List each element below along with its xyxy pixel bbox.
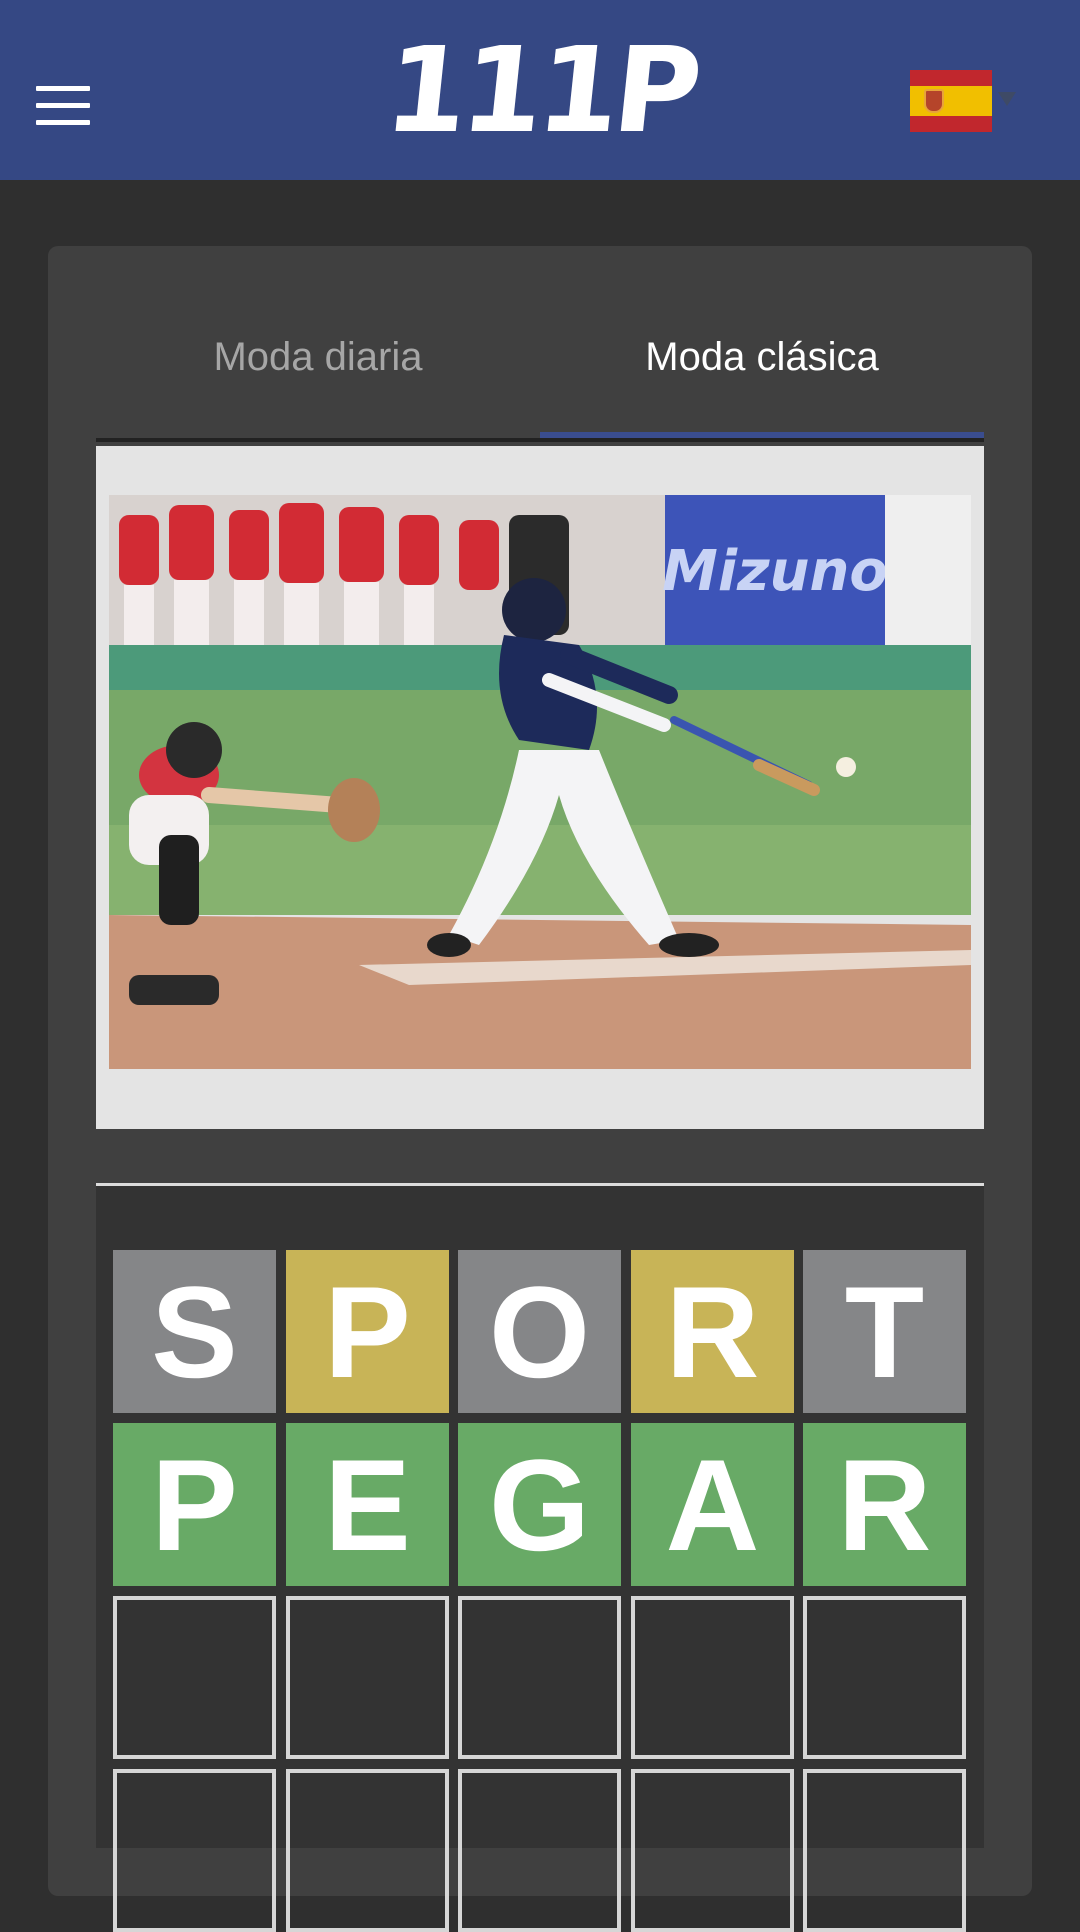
letter-tile: [458, 1769, 621, 1932]
letter-tile: [458, 1596, 621, 1759]
hamburger-menu-icon[interactable]: [36, 86, 90, 126]
letter-tile: [286, 1596, 449, 1759]
letter-tile: R: [631, 1250, 794, 1413]
letter-tile: P: [286, 1250, 449, 1413]
letter-tile: [113, 1596, 276, 1759]
svg-text:Mizuno: Mizuno: [662, 539, 888, 604]
letter-tile: G: [458, 1423, 621, 1586]
chevron-down-icon: [998, 92, 1016, 106]
active-tab-indicator: [540, 432, 984, 438]
top-bar: 111P: [0, 0, 1080, 180]
letter-tile: [286, 1769, 449, 1932]
letter-tile: [631, 1769, 794, 1932]
letter-tile: [803, 1769, 966, 1932]
tabs-underline: [96, 438, 984, 442]
app-logo[interactable]: 111P: [378, 20, 701, 160]
letter-tile: [803, 1596, 966, 1759]
letter-tile: A: [631, 1423, 794, 1586]
letter-tile: T: [803, 1250, 966, 1413]
letter-tile: O: [458, 1250, 621, 1413]
spain-flag-icon: [910, 70, 992, 132]
logo-text: 111P: [378, 21, 702, 159]
letter-tile: S: [113, 1250, 276, 1413]
baseball-batter-photo: Mizuno: [109, 495, 971, 1069]
letter-tile: R: [803, 1423, 966, 1586]
mode-tabs: Moda diaria Moda clásica: [96, 300, 984, 442]
tab-classic-mode[interactable]: Moda clásica: [540, 300, 984, 442]
letter-tile: [113, 1769, 276, 1932]
letter-tile: [631, 1596, 794, 1759]
language-selector[interactable]: [910, 70, 1020, 132]
letter-tile: E: [286, 1423, 449, 1586]
letter-tile: P: [113, 1423, 276, 1586]
tab-daily-mode[interactable]: Moda diaria: [96, 300, 540, 442]
